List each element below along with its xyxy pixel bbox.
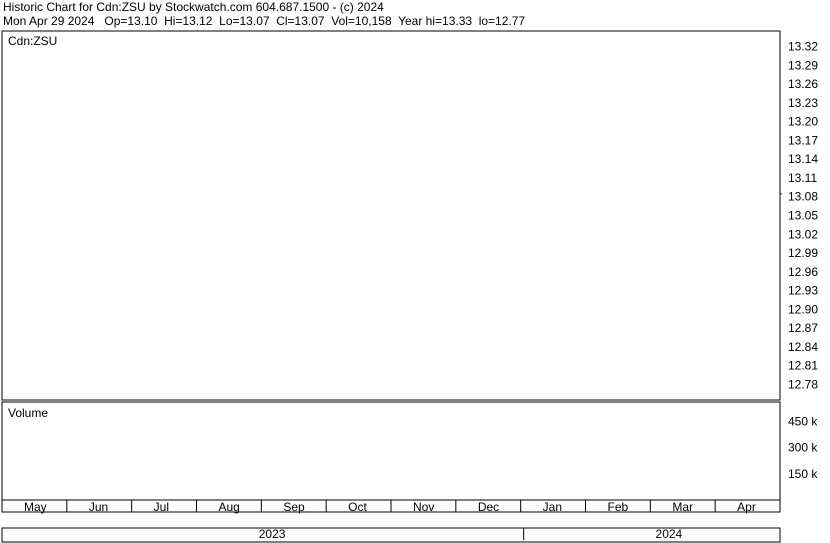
month-label: Jul [154, 500, 169, 514]
price-tick-label: 13.32 [788, 40, 818, 54]
price-tick-label: 13.11 [788, 171, 817, 185]
price-tick-label: 12.99 [788, 246, 818, 260]
price-tick-label: 13.26 [788, 77, 818, 91]
price-tick-label: 12.87 [788, 321, 818, 335]
month-label: Nov [413, 500, 434, 514]
month-label: Aug [219, 500, 240, 514]
volume-label: Volume [8, 406, 48, 420]
year-label: 2023 [259, 527, 286, 541]
price-tick-label: 13.17 [788, 133, 818, 147]
month-label: Jun [89, 500, 108, 514]
volume-panel [1, 401, 781, 501]
price-tick-label: 12.93 [788, 284, 818, 298]
volume-tick-label: 450 k [788, 414, 818, 428]
price-tick-label: 12.78 [788, 377, 818, 391]
price-tick-label: 13.02 [788, 227, 818, 241]
volume-tick-label: 300 k [788, 441, 818, 455]
month-label: Dec [478, 500, 499, 514]
volume-tick-label: 150 k [788, 467, 818, 481]
price-tick-label: 13.08 [788, 190, 818, 204]
price-tick-label: 12.90 [788, 302, 818, 316]
price-tick-label: 12.96 [788, 265, 818, 279]
price-tick-label: 12.81 [788, 359, 818, 373]
price-tick-label: 13.20 [788, 115, 818, 129]
month-label: Apr [737, 500, 756, 514]
month-label: Sep [283, 500, 305, 514]
price-tick-label: 13.23 [788, 96, 818, 110]
stock-chart: 13.32 13.29 13.26 13.23 13.20 13.17 13.14 13.11… [1, 30, 818, 543]
price-tick-label: 13.14 [788, 152, 818, 166]
year-label: 2024 [656, 527, 683, 541]
price-tick-label: 13.05 [788, 209, 818, 223]
month-label: Mar [672, 500, 693, 514]
month-label: Jan [543, 500, 562, 514]
price-panel [1, 30, 781, 401]
price-tick-label: 12.84 [788, 340, 818, 354]
month-label: May [24, 500, 47, 514]
symbol-label: Cdn:ZSU [8, 34, 57, 48]
price-tick-label: 13.29 [788, 58, 818, 72]
month-label: Oct [348, 500, 367, 514]
month-label: Feb [608, 500, 629, 514]
